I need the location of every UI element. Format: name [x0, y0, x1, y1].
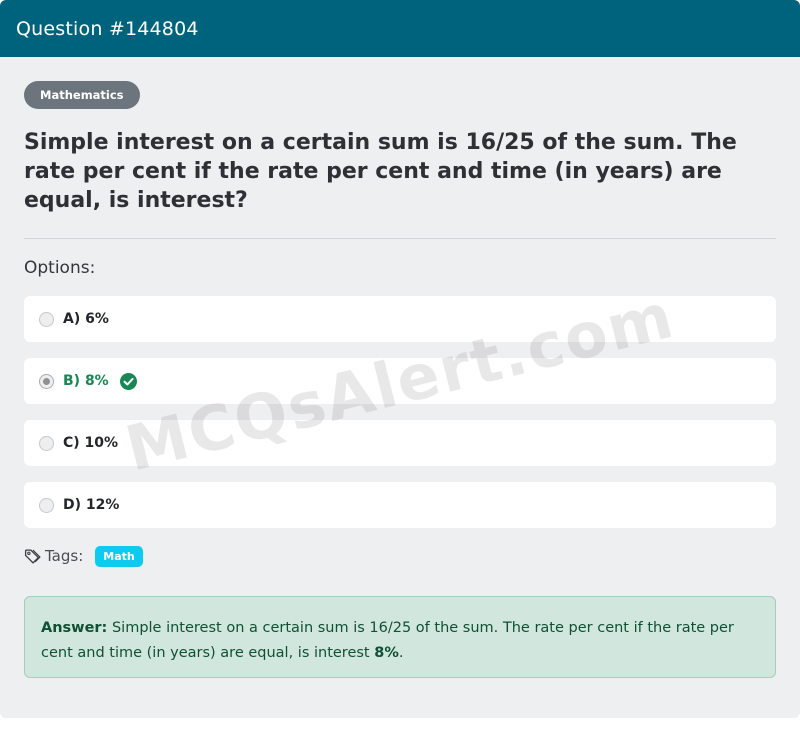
option-c-radio[interactable] [39, 435, 54, 451]
answer-value: 8% [374, 645, 399, 661]
tag-math[interactable]: Math [95, 545, 143, 567]
option-d[interactable]: D) 12% [24, 482, 776, 528]
question-text: Simple interest on a certain sum is 16/2… [24, 130, 737, 213]
answer-box: Answer: Simple interest on a certain sum… [24, 596, 776, 678]
options-label: Options: [24, 258, 96, 278]
answer-prefix: Answer: [41, 620, 108, 636]
question-body: Mathematics Simple interest on a certain… [0, 57, 800, 678]
option-b[interactable]: B) 8% [24, 358, 776, 404]
tag-icon [24, 548, 41, 564]
divider [24, 238, 776, 239]
category-badge[interactable]: Mathematics [24, 81, 140, 109]
option-b-label: B) 8% [63, 373, 109, 389]
question-header: Question #144804 [0, 0, 800, 57]
tags-label: Tags: [45, 547, 84, 565]
option-c-label: C) 10% [63, 435, 119, 451]
answer-suffix: . [398, 645, 404, 661]
check-circle-icon [119, 372, 137, 390]
option-a-label: A) 6% [63, 311, 109, 327]
option-d-radio[interactable] [39, 497, 54, 513]
option-a[interactable]: A) 6% [24, 296, 776, 342]
option-d-label: D) 12% [63, 497, 120, 513]
question-card: Question #144804 Mathematics Simple inte… [0, 0, 800, 718]
option-b-radio[interactable] [39, 373, 54, 389]
option-c[interactable]: C) 10% [24, 420, 776, 466]
tags-row: Tags: Math [24, 544, 776, 568]
question-title: Question #144804 [16, 17, 199, 40]
option-a-radio[interactable] [39, 311, 54, 327]
